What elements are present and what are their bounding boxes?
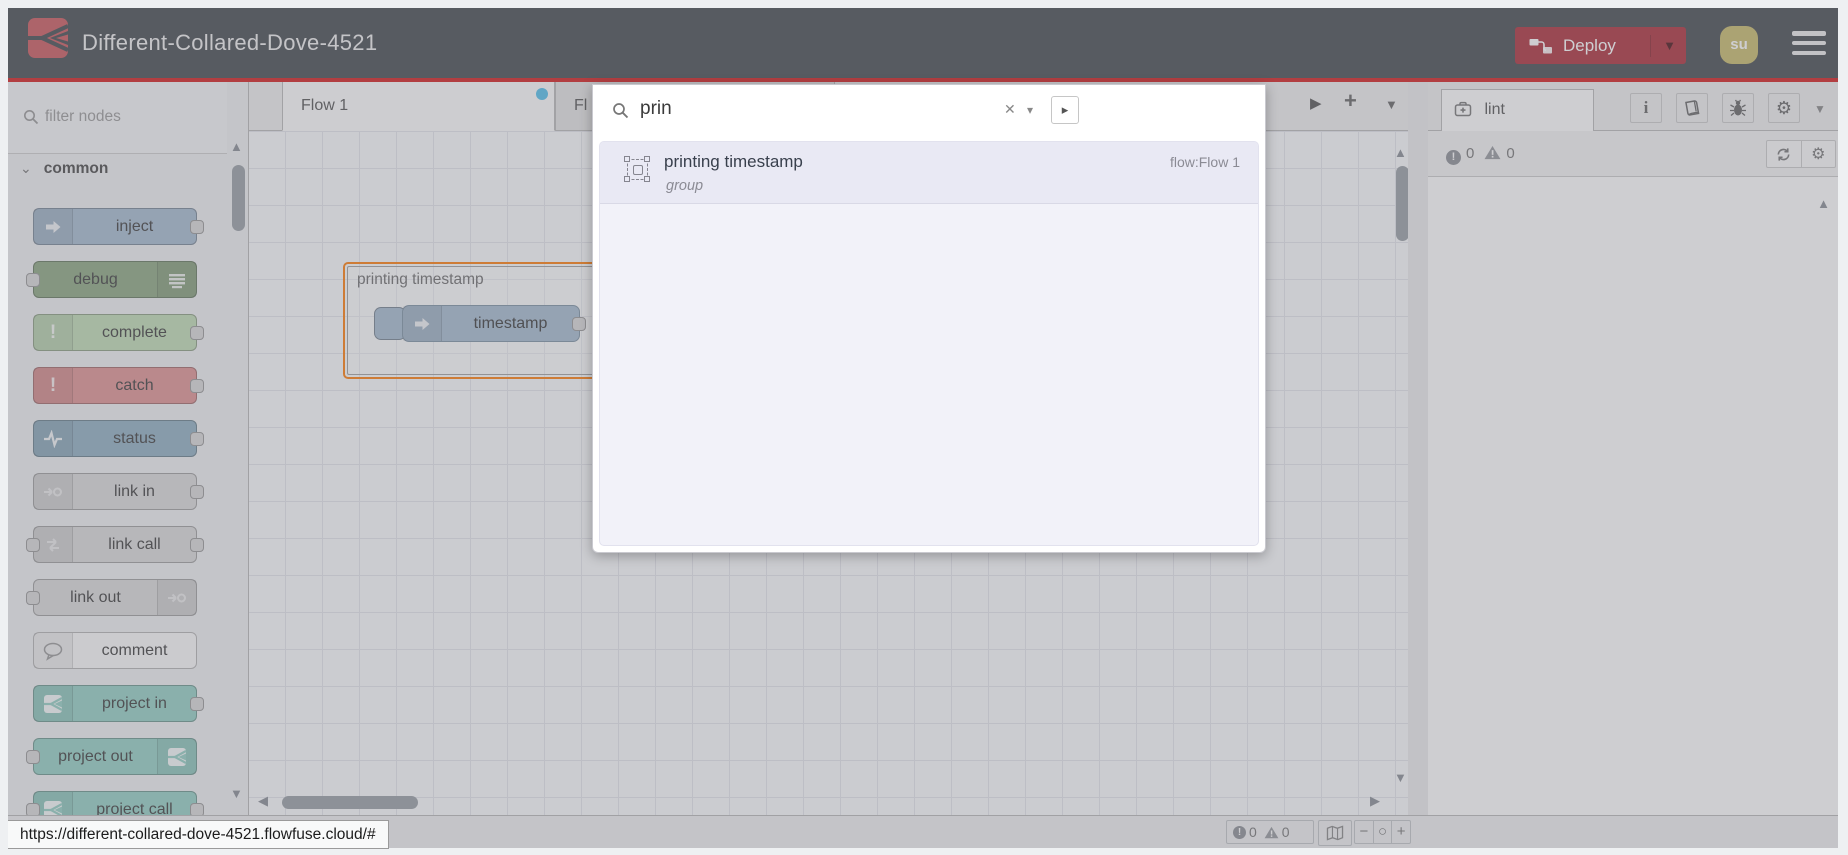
search-icon bbox=[612, 102, 629, 119]
search-input-row[interactable]: prin ✕ ▾ ▸ bbox=[593, 85, 1265, 137]
result-title: printing timestamp bbox=[664, 152, 803, 171]
clear-search-icon[interactable]: ✕ bbox=[1004, 101, 1016, 118]
result-kind: group bbox=[666, 178, 704, 194]
result-flow-ref: flow:Flow 1 bbox=[1169, 154, 1240, 170]
search-input[interactable]: prin bbox=[640, 98, 672, 120]
window-frame bbox=[0, 0, 8, 855]
search-result-item[interactable]: printing timestamp flow:Flow 1 group bbox=[600, 142, 1258, 204]
search-options-button[interactable]: ▸ bbox=[1051, 96, 1079, 124]
search-results-list: printing timestamp flow:Flow 1 group bbox=[599, 141, 1259, 546]
window-frame bbox=[1838, 0, 1848, 855]
group-icon bbox=[624, 156, 650, 182]
window-frame bbox=[0, 848, 1848, 855]
search-dialog: prin ✕ ▾ ▸ printing timestamp flow:Flow … bbox=[592, 84, 1266, 553]
search-history-caret-icon[interactable]: ▾ bbox=[1027, 103, 1033, 117]
screen: Different-Collared-Dove-4521 Deploy ▼ su… bbox=[0, 0, 1848, 855]
window-frame bbox=[0, 0, 1848, 8]
browser-link-preview: https://different-collared-dove-4521.flo… bbox=[8, 820, 389, 849]
